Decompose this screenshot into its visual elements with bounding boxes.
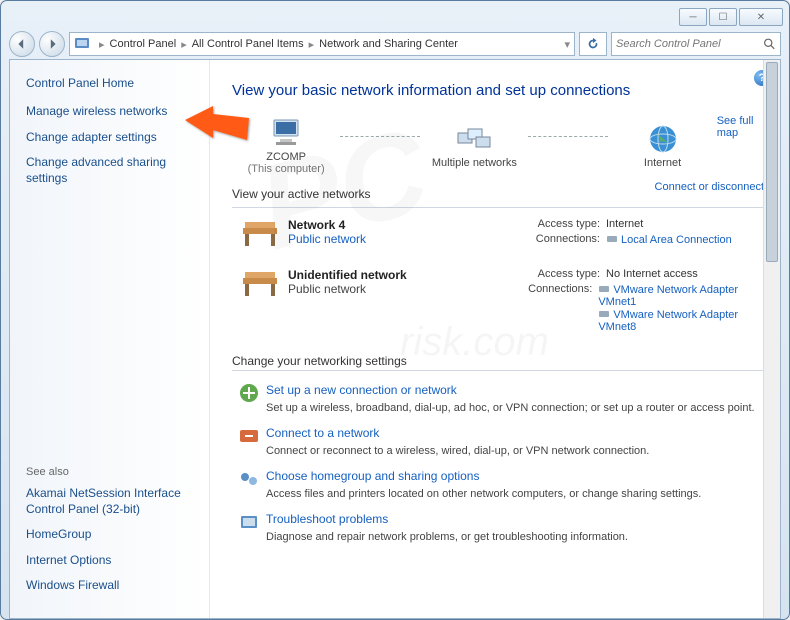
new-connection-icon bbox=[232, 381, 266, 414]
access-type-label: Access type: bbox=[508, 218, 600, 230]
refresh-button[interactable] bbox=[579, 32, 607, 56]
see-also-internet-options[interactable]: Internet Options bbox=[26, 553, 193, 569]
network-row: Network 4 Public network Access type: Int… bbox=[232, 218, 764, 250]
window-frame: ─ ☐ ✕ ▸ Control Panel ▸ All Control Pane… bbox=[0, 0, 790, 620]
active-networks-header: View your active networks Connect or dis… bbox=[232, 181, 764, 208]
node-internet: Internet bbox=[608, 121, 716, 169]
connection-link[interactable]: VMware Network Adapter VMnet1 bbox=[598, 284, 738, 308]
content-area: ? View your basic network information an… bbox=[210, 60, 780, 618]
globe-icon bbox=[608, 121, 716, 157]
homegroup-icon bbox=[232, 467, 266, 500]
search-box[interactable] bbox=[611, 32, 781, 56]
setting-link[interactable]: Choose homegroup and sharing options bbox=[266, 469, 479, 483]
adapter-icon bbox=[606, 233, 618, 245]
see-also-homegroup[interactable]: HomeGroup bbox=[26, 527, 193, 543]
see-also-akamai[interactable]: Akamai NetSession Interface Control Pane… bbox=[26, 486, 193, 517]
access-type-label: Access type: bbox=[508, 268, 600, 280]
window-body: Control Panel Home Manage wireless netwo… bbox=[9, 59, 781, 619]
breadcrumb-bar[interactable]: ▸ Control Panel ▸ All Control Panel Item… bbox=[69, 32, 575, 56]
connection-line bbox=[528, 136, 608, 137]
network-name: Unidentified network bbox=[288, 268, 508, 282]
see-also-windows-firewall[interactable]: Windows Firewall bbox=[26, 578, 193, 594]
page-title: View your basic network information and … bbox=[232, 82, 764, 99]
connections-label: Connections: bbox=[508, 233, 600, 245]
control-panel-home-link[interactable]: Control Panel Home bbox=[26, 76, 193, 90]
chevron-right-icon[interactable]: ▸ bbox=[99, 38, 105, 51]
node-internet-label: Internet bbox=[608, 157, 716, 169]
titlebar: ─ ☐ ✕ bbox=[1, 1, 789, 29]
access-type-value: No Internet access bbox=[606, 268, 698, 280]
access-type-value: Internet bbox=[606, 218, 643, 230]
adapter-icon bbox=[598, 283, 610, 295]
back-button[interactable] bbox=[9, 31, 35, 57]
bench-icon bbox=[232, 268, 288, 336]
search-input[interactable] bbox=[616, 38, 763, 50]
adapter-icon bbox=[598, 308, 610, 320]
maximize-button[interactable]: ☐ bbox=[709, 8, 737, 26]
connection-link[interactable]: Local Area Connection bbox=[621, 234, 732, 246]
troubleshoot-icon bbox=[232, 510, 266, 543]
network-type-link[interactable]: Public network bbox=[288, 232, 508, 246]
setting-homegroup: Choose homegroup and sharing options Acce… bbox=[232, 467, 764, 500]
setting-setup-connection: Set up a new connection or network Set up… bbox=[232, 381, 764, 414]
scrollbar-thumb[interactable] bbox=[766, 62, 778, 262]
setting-link[interactable]: Troubleshoot problems bbox=[266, 512, 388, 526]
setting-desc: Access files and printers located on oth… bbox=[266, 488, 701, 500]
computer-icon bbox=[232, 115, 340, 151]
address-bar: ▸ Control Panel ▸ All Control Panel Item… bbox=[9, 29, 781, 59]
chevron-right-icon[interactable]: ▸ bbox=[309, 38, 315, 51]
setting-troubleshoot: Troubleshoot problems Diagnose and repair… bbox=[232, 510, 764, 543]
breadcrumb-network-sharing[interactable]: Network and Sharing Center bbox=[319, 38, 458, 50]
setting-desc: Diagnose and repair network problems, or… bbox=[266, 531, 628, 543]
sidebar: Control Panel Home Manage wireless netwo… bbox=[10, 60, 210, 618]
forward-button[interactable] bbox=[39, 31, 65, 57]
node-computer-label: ZCOMP bbox=[232, 151, 340, 163]
sidebar-change-advanced-sharing[interactable]: Change advanced sharing settings bbox=[26, 155, 193, 186]
node-multiple: Multiple networks bbox=[420, 121, 528, 169]
connections-label: Connections: bbox=[508, 283, 592, 295]
setting-desc: Set up a wireless, broadband, dial-up, a… bbox=[266, 402, 755, 414]
setting-desc: Connect or reconnect to a wireless, wire… bbox=[266, 445, 649, 457]
search-icon bbox=[763, 37, 776, 51]
sidebar-change-adapter[interactable]: Change adapter settings bbox=[26, 130, 193, 146]
node-computer: ZCOMP (This computer) bbox=[232, 115, 340, 175]
sidebar-manage-wireless[interactable]: Manage wireless networks bbox=[26, 104, 193, 120]
connection-line bbox=[340, 136, 420, 137]
connection-link[interactable]: VMware Network Adapter VMnet8 bbox=[598, 309, 738, 333]
control-panel-icon bbox=[74, 35, 90, 54]
dropdown-icon[interactable]: ▾ bbox=[564, 38, 570, 51]
change-settings-label: Change your networking settings bbox=[232, 354, 764, 371]
breadcrumb-all-items[interactable]: All Control Panel Items bbox=[192, 38, 304, 50]
node-computer-sub: (This computer) bbox=[232, 163, 340, 175]
see-full-map-link[interactable]: See full map bbox=[717, 115, 764, 139]
breadcrumb-control-panel[interactable]: Control Panel bbox=[110, 38, 177, 50]
network-name: Network 4 bbox=[288, 218, 508, 232]
close-button[interactable]: ✕ bbox=[739, 8, 783, 26]
active-networks-label: View your active networks bbox=[232, 187, 371, 201]
setting-link[interactable]: Connect to a network bbox=[266, 426, 379, 440]
setting-link[interactable]: Set up a new connection or network bbox=[266, 383, 457, 397]
see-also-label: See also bbox=[26, 466, 193, 478]
minimize-button[interactable]: ─ bbox=[679, 8, 707, 26]
bench-icon bbox=[232, 218, 288, 250]
connect-disconnect-link[interactable]: Connect or disconnect bbox=[655, 181, 764, 205]
multiple-networks-icon bbox=[420, 121, 528, 157]
connect-icon bbox=[232, 424, 266, 457]
setting-connect-network: Connect to a network Connect or reconnect… bbox=[232, 424, 764, 457]
chevron-right-icon[interactable]: ▸ bbox=[181, 38, 187, 51]
node-multiple-label: Multiple networks bbox=[420, 157, 528, 169]
scrollbar[interactable] bbox=[763, 60, 780, 618]
network-type: Public network bbox=[288, 282, 508, 296]
network-row: Unidentified network Public network Acce… bbox=[232, 268, 764, 336]
network-map: ZCOMP (This computer) Multiple networks … bbox=[232, 115, 764, 175]
